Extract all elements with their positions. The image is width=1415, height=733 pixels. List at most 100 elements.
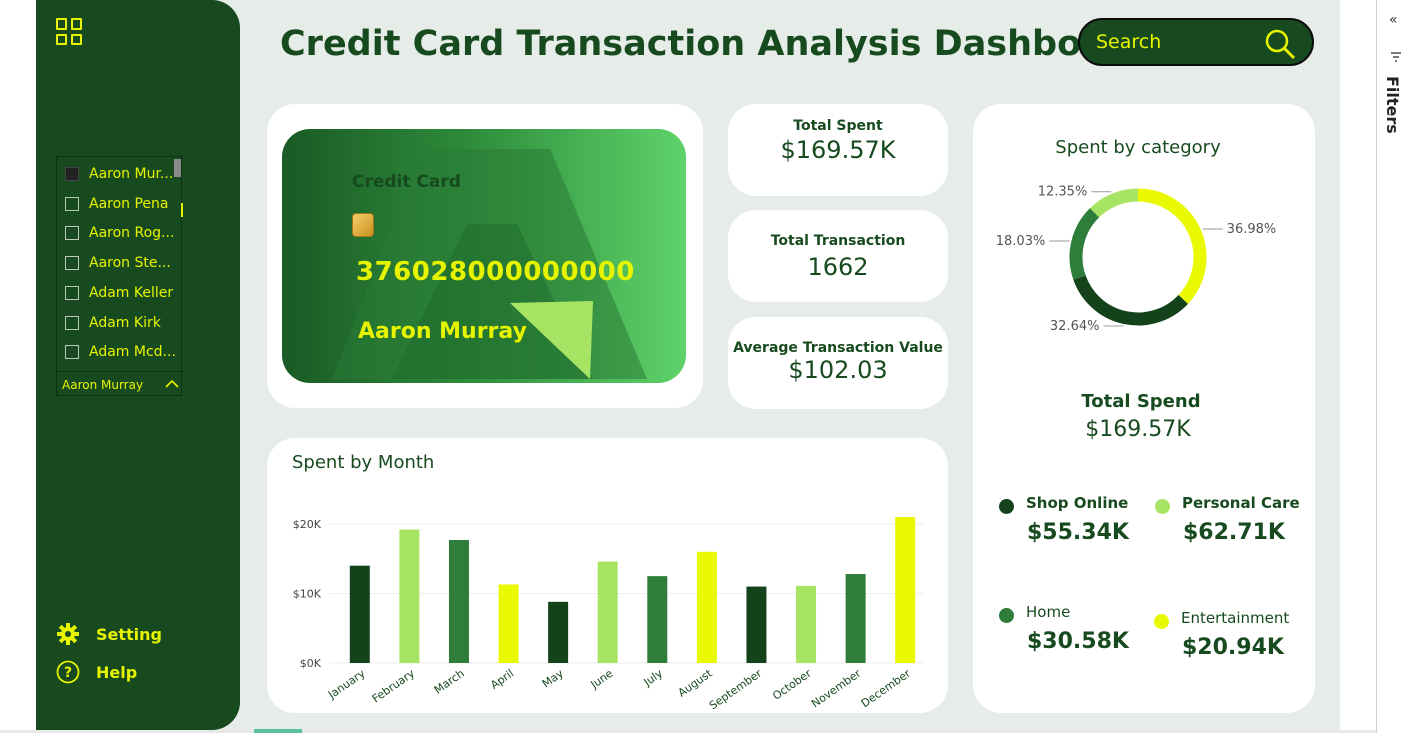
slicer-item[interactable]: Adam Keller [65, 283, 173, 303]
card-holder-name: Aaron Murray [358, 319, 527, 344]
bar-august [696, 551, 717, 663]
legend-name: Home [1026, 603, 1071, 621]
card-label: Credit Card [352, 172, 461, 192]
kpi-value: $102.03 [788, 356, 888, 384]
x-tick-label: November [809, 667, 864, 711]
legend-dot [999, 499, 1014, 514]
dashboard-canvas: Aaron Mur... Aaron Pena Aaron Rog... Aaron … [0, 0, 1415, 733]
x-tick-label: March [432, 667, 467, 697]
x-tick-label: April [488, 667, 516, 692]
slicer-scrollbar[interactable] [174, 159, 181, 177]
slicer-checkbox[interactable] [65, 345, 79, 360]
slicer-item[interactable]: Aaron Mur... [65, 164, 173, 184]
help-link[interactable]: ? Help [56, 660, 137, 684]
bar-june [597, 561, 618, 663]
search-box[interactable] [1078, 18, 1314, 66]
bar-january [349, 565, 370, 663]
left-margin [0, 0, 36, 733]
slicer-dropdown[interactable]: Aaron Murray [57, 371, 183, 397]
card-chip-icon [352, 213, 374, 237]
setting-label: Setting [96, 624, 162, 644]
slicer-item[interactable]: Aaron Pena [65, 194, 169, 214]
x-tick-label: July [641, 667, 666, 690]
bar-november [845, 574, 866, 663]
collapse-icon[interactable]: « [1389, 12, 1398, 28]
credit-card-visual: Credit Card 376028000000000 Aaron Murray [282, 129, 686, 383]
legend-value: $55.34K [1027, 520, 1129, 545]
slice-percent-label: 12.35% [1038, 185, 1088, 200]
donut-slice-home [1069, 208, 1100, 280]
kpi-total-transaction: Total Transaction 1662 [728, 210, 948, 302]
slicer-item[interactable]: Adam Kirk [65, 313, 161, 333]
slice-percent-label: 36.98% [1227, 222, 1277, 237]
bar-july [647, 576, 668, 663]
slicer-item[interactable]: Adam Mcd... [65, 342, 176, 362]
page-title: Credit Card Transaction Analysis Dashboa… [280, 24, 1148, 64]
search-icon[interactable] [1264, 28, 1296, 60]
donut-slice-entertainment [1137, 188, 1207, 304]
kpi-label: Total Transaction [770, 233, 906, 249]
slicer-item[interactable]: Aaron Ste... [65, 253, 171, 273]
x-tick-label: May [540, 667, 566, 691]
kpi-value: 1662 [807, 253, 869, 281]
bar-march [448, 539, 469, 663]
x-tick-label: January [325, 667, 368, 702]
legend-dot [999, 608, 1014, 623]
y-tick-label: $10K [293, 588, 322, 601]
card-number: 376028000000000 [356, 257, 635, 287]
slicer-checkbox[interactable] [65, 285, 79, 300]
svg-text:?: ? [64, 665, 72, 681]
slicer-text-cursor [181, 203, 183, 217]
total-spend-value: $169.57K [1085, 417, 1191, 442]
bar-april [498, 584, 519, 663]
legend-dot [1154, 614, 1169, 629]
x-tick-label: October [770, 667, 814, 703]
slicer-item-label: Aaron Pena [89, 195, 169, 212]
slice-percent-label: 32.64% [1050, 319, 1100, 334]
filters-label: Filters [1383, 76, 1402, 134]
report-stage: Aaron Mur... Aaron Pena Aaron Rog... Aaron … [0, 0, 1376, 733]
customer-slicer[interactable]: Aaron Mur... Aaron Pena Aaron Rog... Aaron … [56, 156, 183, 397]
x-tick-label: February [370, 667, 418, 706]
slicer-checkbox[interactable] [65, 315, 79, 330]
card-decoration [332, 149, 647, 379]
legend-name: Personal Care [1182, 494, 1300, 512]
legend-name: Shop Online [1026, 494, 1129, 512]
x-tick-label: June [588, 667, 616, 692]
gear-icon [56, 622, 80, 646]
setting-link[interactable]: Setting [56, 622, 162, 646]
search-input[interactable] [1096, 31, 1256, 53]
chevron-up-icon[interactable] [165, 378, 179, 390]
y-tick-label: $20K [293, 518, 322, 531]
legend-value: $30.58K [1027, 629, 1129, 654]
grid-menu-icon[interactable] [56, 18, 83, 45]
slicer-item-label: Aaron Rog... [89, 225, 175, 242]
slicer-checkbox[interactable] [65, 256, 79, 271]
slicer-item[interactable]: Aaron Rog... [65, 223, 174, 243]
x-tick-label: August [676, 666, 716, 699]
kpi-total-spent: Total Spent $169.57K [728, 104, 948, 196]
slicer-checkbox[interactable] [65, 167, 79, 181]
slicer-checkbox[interactable] [65, 226, 79, 241]
slicer-checkbox[interactable] [65, 196, 79, 211]
filters-pane[interactable]: « Filters [1376, 0, 1415, 733]
bar-february [399, 529, 420, 663]
filter-icon [1391, 52, 1401, 62]
kpi-value: $169.57K [780, 136, 896, 164]
donut-slice-personal-care [1090, 188, 1139, 218]
x-tick-label: December [859, 667, 914, 711]
kpi-label: Total Spent [793, 118, 883, 134]
kpi-label: Average Transaction Value [733, 340, 943, 356]
credit-card-panel: Credit Card 376028000000000 Aaron Murray [267, 104, 703, 408]
legend-name: Entertainment [1181, 609, 1290, 627]
slicer-item-label: Adam Keller [89, 284, 174, 301]
legend-dot [1155, 499, 1170, 514]
total-spend-label: Total Spend [1081, 391, 1201, 412]
spent-by-month-panel: Spent by Month $0K $10K $20K January Februar… [267, 438, 948, 713]
bar-october [796, 585, 817, 663]
sidebar: Aaron Mur... Aaron Pena Aaron Rog... Aaron … [36, 0, 240, 730]
page-tab-indicator[interactable] [254, 729, 302, 733]
legend-value: $62.71K [1183, 520, 1285, 545]
slicer-item-label: Aaron Ste... [89, 255, 171, 272]
help-icon: ? [56, 660, 80, 684]
